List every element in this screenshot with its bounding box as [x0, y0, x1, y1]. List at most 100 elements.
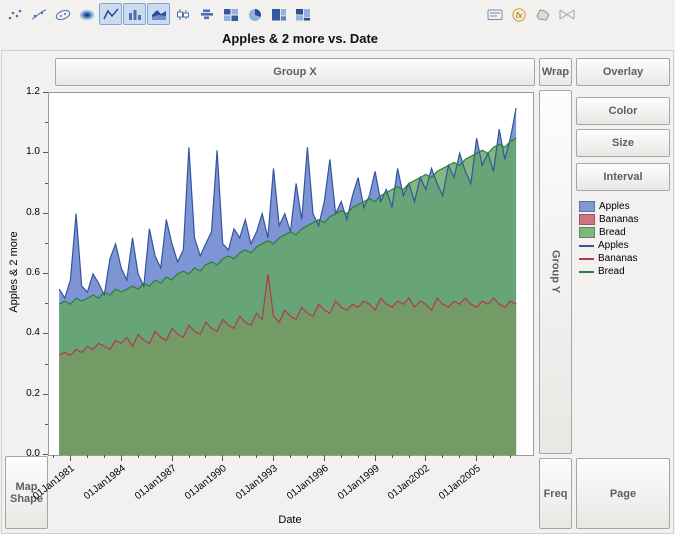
legend-label: Bananas	[598, 253, 637, 264]
heatmap-icon[interactable]	[219, 3, 242, 25]
box-plot-icon-glyph	[174, 7, 192, 22]
y-tick-label: 0.0	[2, 448, 40, 459]
formula-icon[interactable]: fx	[507, 3, 530, 25]
drop-zone-overlay-label: Overlay	[603, 66, 643, 78]
x-minor-tick	[442, 455, 443, 458]
x-tick-mark	[70, 455, 71, 461]
drop-zone-freq[interactable]: Freq	[539, 458, 572, 529]
parallel-plot-icon[interactable]	[555, 3, 578, 25]
drop-zone-color-label: Color	[609, 105, 638, 117]
y-tick-mark	[43, 92, 48, 93]
x-axis[interactable]: 01Jan198101Jan198401Jan198701Jan199001Ja…	[48, 455, 532, 513]
graph-title: Apples & 2 more vs. Date	[0, 31, 600, 46]
x-minor-tick	[189, 455, 190, 458]
y-tick-mark	[43, 333, 48, 334]
x-minor-tick	[459, 455, 460, 458]
treemap-icon[interactable]	[267, 3, 290, 25]
drop-zone-group-x[interactable]: Group X	[55, 58, 535, 86]
drop-zone-group-y[interactable]: Group Y	[539, 90, 572, 454]
x-tick-mark	[273, 455, 274, 461]
x-axis-title: Date	[48, 514, 532, 526]
legend-line-item[interactable]: Bananas	[579, 253, 671, 264]
legend-line-swatch	[579, 245, 594, 247]
legend-line-item[interactable]: Apples	[579, 240, 671, 251]
bar-icon-glyph	[126, 7, 144, 22]
legend-swatch	[579, 214, 595, 225]
legend-label: Bananas	[599, 214, 638, 225]
element-toolbar: fx	[3, 2, 579, 26]
area-icon-glyph	[150, 7, 168, 22]
formula-icon-glyph: fx	[510, 7, 528, 22]
line-icon-glyph	[102, 7, 120, 22]
x-minor-tick	[392, 455, 393, 458]
drop-zone-overlay[interactable]: Overlay	[576, 58, 670, 86]
drop-zone-color[interactable]: Color	[576, 97, 670, 125]
y-minor-tick	[45, 303, 48, 304]
x-minor-tick	[409, 455, 410, 458]
svg-text:fx: fx	[515, 10, 522, 19]
histogram-icon-glyph	[198, 7, 216, 22]
pie-icon-glyph	[246, 7, 264, 22]
y-tick-label: 1.0	[2, 146, 40, 157]
y-tick-mark	[43, 273, 48, 274]
drop-zone-group-x-label: Group X	[273, 66, 316, 78]
drop-zone-page-label: Page	[610, 488, 636, 500]
bar-icon[interactable]	[123, 3, 146, 25]
y-minor-tick	[45, 243, 48, 244]
points-icon[interactable]	[3, 3, 26, 25]
y-minor-tick	[45, 183, 48, 184]
legend-fill-item[interactable]: Bread	[579, 227, 671, 238]
mosaic-icon-glyph	[294, 7, 312, 22]
area-icon[interactable]	[147, 3, 170, 25]
legend-swatch	[579, 201, 595, 212]
drop-zone-size[interactable]: Size	[576, 129, 670, 157]
x-tick-mark	[172, 455, 173, 461]
box-plot-icon[interactable]	[171, 3, 194, 25]
legend-fill-item[interactable]: Bananas	[579, 214, 671, 225]
legend-label: Bread	[598, 266, 625, 277]
y-tick-mark	[43, 213, 48, 214]
legend-fill-item[interactable]: Apples	[579, 201, 671, 212]
x-minor-tick	[239, 455, 240, 458]
y-axis-title: Apples & 2 more	[8, 172, 20, 372]
drop-zone-page[interactable]: Page	[576, 458, 670, 529]
x-minor-tick	[87, 455, 88, 458]
legend-line-item[interactable]: Bread	[579, 266, 671, 277]
legend-line-swatch	[579, 271, 594, 273]
line-icon[interactable]	[99, 3, 122, 25]
points-icon-glyph	[6, 7, 24, 22]
drop-zone-wrap[interactable]: Wrap	[539, 58, 572, 86]
map-shape-icon[interactable]	[531, 3, 554, 25]
x-minor-tick	[155, 455, 156, 458]
drop-zone-freq-label: Freq	[544, 488, 568, 500]
drop-zone-group-y-label: Group Y	[550, 250, 562, 293]
x-tick-mark	[324, 455, 325, 461]
contour-icon[interactable]	[75, 3, 98, 25]
ellipse-icon-glyph	[54, 7, 72, 22]
treemap-icon-glyph	[270, 7, 288, 22]
x-minor-tick	[510, 455, 511, 458]
x-minor-tick	[256, 455, 257, 458]
x-minor-tick	[104, 455, 105, 458]
x-tick-mark	[222, 455, 223, 461]
area-chart	[49, 93, 533, 455]
mosaic-icon[interactable]	[291, 3, 314, 25]
x-tick-mark	[425, 455, 426, 461]
y-minor-tick	[45, 122, 48, 123]
map-shape-icon-glyph	[534, 7, 552, 22]
x-minor-tick	[53, 455, 54, 458]
legend-line-swatch	[579, 258, 594, 260]
caption-box-icon-glyph	[486, 7, 504, 22]
plot-area[interactable]	[48, 92, 534, 456]
x-minor-tick	[493, 455, 494, 458]
x-minor-tick	[138, 455, 139, 458]
smoother-icon[interactable]	[27, 3, 50, 25]
drop-zone-interval[interactable]: Interval	[576, 163, 670, 191]
legend-label: Bread	[599, 227, 626, 238]
legend-label: Apples	[599, 201, 630, 212]
pie-icon[interactable]	[243, 3, 266, 25]
caption-box-icon[interactable]	[483, 3, 506, 25]
histogram-icon[interactable]	[195, 3, 218, 25]
heatmap-icon-glyph	[222, 7, 240, 22]
ellipse-icon[interactable]	[51, 3, 74, 25]
